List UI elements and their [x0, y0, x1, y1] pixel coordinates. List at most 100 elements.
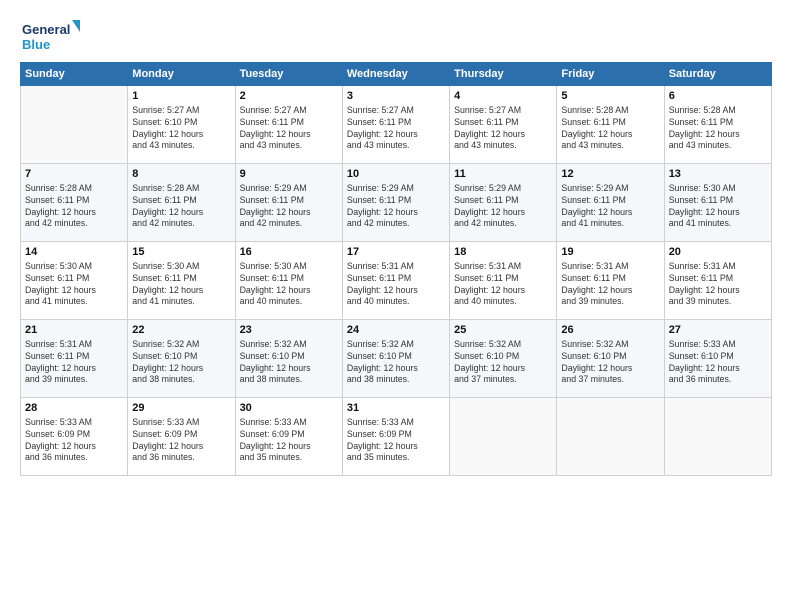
- calendar-cell: 29Sunrise: 5:33 AM Sunset: 6:09 PM Dayli…: [128, 398, 235, 476]
- day-number: 25: [454, 323, 552, 338]
- day-number: 28: [25, 401, 123, 416]
- calendar-cell: 27Sunrise: 5:33 AM Sunset: 6:10 PM Dayli…: [664, 320, 771, 398]
- day-number: 7: [25, 167, 123, 182]
- calendar-cell: [450, 398, 557, 476]
- day-number: 27: [669, 323, 767, 338]
- calendar-cell: 31Sunrise: 5:33 AM Sunset: 6:09 PM Dayli…: [342, 398, 449, 476]
- calendar-cell: 11Sunrise: 5:29 AM Sunset: 6:11 PM Dayli…: [450, 164, 557, 242]
- day-number: 12: [561, 167, 659, 182]
- calendar-cell: 4Sunrise: 5:27 AM Sunset: 6:11 PM Daylig…: [450, 86, 557, 164]
- calendar-cell: 28Sunrise: 5:33 AM Sunset: 6:09 PM Dayli…: [21, 398, 128, 476]
- calendar-cell: [664, 398, 771, 476]
- calendar-cell: 7Sunrise: 5:28 AM Sunset: 6:11 PM Daylig…: [21, 164, 128, 242]
- day-info: Sunrise: 5:29 AM Sunset: 6:11 PM Dayligh…: [347, 183, 445, 231]
- day-number: 8: [132, 167, 230, 182]
- day-number: 1: [132, 89, 230, 104]
- day-info: Sunrise: 5:31 AM Sunset: 6:11 PM Dayligh…: [25, 339, 123, 387]
- calendar-cell: 6Sunrise: 5:28 AM Sunset: 6:11 PM Daylig…: [664, 86, 771, 164]
- day-info: Sunrise: 5:32 AM Sunset: 6:10 PM Dayligh…: [561, 339, 659, 387]
- day-info: Sunrise: 5:31 AM Sunset: 6:11 PM Dayligh…: [669, 261, 767, 309]
- calendar-cell: 18Sunrise: 5:31 AM Sunset: 6:11 PM Dayli…: [450, 242, 557, 320]
- day-info: Sunrise: 5:29 AM Sunset: 6:11 PM Dayligh…: [240, 183, 338, 231]
- day-number: 24: [347, 323, 445, 338]
- day-number: 18: [454, 245, 552, 260]
- calendar-cell: 17Sunrise: 5:31 AM Sunset: 6:11 PM Dayli…: [342, 242, 449, 320]
- logo: General Blue: [20, 18, 80, 56]
- calendar-cell: 14Sunrise: 5:30 AM Sunset: 6:11 PM Dayli…: [21, 242, 128, 320]
- calendar-cell: 24Sunrise: 5:32 AM Sunset: 6:10 PM Dayli…: [342, 320, 449, 398]
- day-info: Sunrise: 5:28 AM Sunset: 6:11 PM Dayligh…: [669, 105, 767, 153]
- day-number: 19: [561, 245, 659, 260]
- calendar-cell: 10Sunrise: 5:29 AM Sunset: 6:11 PM Dayli…: [342, 164, 449, 242]
- calendar-cell: 25Sunrise: 5:32 AM Sunset: 6:10 PM Dayli…: [450, 320, 557, 398]
- day-number: 6: [669, 89, 767, 104]
- calendar-cell: 19Sunrise: 5:31 AM Sunset: 6:11 PM Dayli…: [557, 242, 664, 320]
- calendar-cell: 26Sunrise: 5:32 AM Sunset: 6:10 PM Dayli…: [557, 320, 664, 398]
- calendar-cell: 20Sunrise: 5:31 AM Sunset: 6:11 PM Dayli…: [664, 242, 771, 320]
- calendar-cell: 23Sunrise: 5:32 AM Sunset: 6:10 PM Dayli…: [235, 320, 342, 398]
- day-info: Sunrise: 5:30 AM Sunset: 6:11 PM Dayligh…: [669, 183, 767, 231]
- calendar-table: SundayMondayTuesdayWednesdayThursdayFrid…: [20, 62, 772, 476]
- calendar-week-row: 28Sunrise: 5:33 AM Sunset: 6:09 PM Dayli…: [21, 398, 772, 476]
- weekday-header-tuesday: Tuesday: [235, 63, 342, 86]
- logo-svg: General Blue: [20, 18, 80, 56]
- day-info: Sunrise: 5:33 AM Sunset: 6:09 PM Dayligh…: [25, 417, 123, 465]
- day-number: 17: [347, 245, 445, 260]
- weekday-header-friday: Friday: [557, 63, 664, 86]
- calendar-cell: 22Sunrise: 5:32 AM Sunset: 6:10 PM Dayli…: [128, 320, 235, 398]
- day-info: Sunrise: 5:33 AM Sunset: 6:09 PM Dayligh…: [347, 417, 445, 465]
- day-number: 10: [347, 167, 445, 182]
- calendar-cell: 15Sunrise: 5:30 AM Sunset: 6:11 PM Dayli…: [128, 242, 235, 320]
- day-info: Sunrise: 5:31 AM Sunset: 6:11 PM Dayligh…: [561, 261, 659, 309]
- day-info: Sunrise: 5:27 AM Sunset: 6:10 PM Dayligh…: [132, 105, 230, 153]
- weekday-header-sunday: Sunday: [21, 63, 128, 86]
- day-number: 13: [669, 167, 767, 182]
- day-info: Sunrise: 5:32 AM Sunset: 6:10 PM Dayligh…: [347, 339, 445, 387]
- day-info: Sunrise: 5:32 AM Sunset: 6:10 PM Dayligh…: [454, 339, 552, 387]
- calendar-cell: 8Sunrise: 5:28 AM Sunset: 6:11 PM Daylig…: [128, 164, 235, 242]
- day-info: Sunrise: 5:27 AM Sunset: 6:11 PM Dayligh…: [240, 105, 338, 153]
- day-number: 29: [132, 401, 230, 416]
- day-number: 14: [25, 245, 123, 260]
- day-number: 23: [240, 323, 338, 338]
- calendar-cell: 21Sunrise: 5:31 AM Sunset: 6:11 PM Dayli…: [21, 320, 128, 398]
- day-info: Sunrise: 5:29 AM Sunset: 6:11 PM Dayligh…: [561, 183, 659, 231]
- day-number: 11: [454, 167, 552, 182]
- day-number: 20: [669, 245, 767, 260]
- calendar-cell: 5Sunrise: 5:28 AM Sunset: 6:11 PM Daylig…: [557, 86, 664, 164]
- day-number: 9: [240, 167, 338, 182]
- day-number: 31: [347, 401, 445, 416]
- day-number: 22: [132, 323, 230, 338]
- day-info: Sunrise: 5:28 AM Sunset: 6:11 PM Dayligh…: [132, 183, 230, 231]
- day-number: 26: [561, 323, 659, 338]
- day-info: Sunrise: 5:32 AM Sunset: 6:10 PM Dayligh…: [240, 339, 338, 387]
- day-info: Sunrise: 5:31 AM Sunset: 6:11 PM Dayligh…: [454, 261, 552, 309]
- calendar-cell: 13Sunrise: 5:30 AM Sunset: 6:11 PM Dayli…: [664, 164, 771, 242]
- svg-text:General: General: [22, 22, 70, 37]
- day-number: 4: [454, 89, 552, 104]
- day-info: Sunrise: 5:27 AM Sunset: 6:11 PM Dayligh…: [347, 105, 445, 153]
- header: General Blue: [20, 18, 772, 56]
- weekday-header-monday: Monday: [128, 63, 235, 86]
- day-number: 15: [132, 245, 230, 260]
- day-number: 5: [561, 89, 659, 104]
- calendar-cell: [21, 86, 128, 164]
- day-info: Sunrise: 5:28 AM Sunset: 6:11 PM Dayligh…: [25, 183, 123, 231]
- day-info: Sunrise: 5:30 AM Sunset: 6:11 PM Dayligh…: [25, 261, 123, 309]
- weekday-header-wednesday: Wednesday: [342, 63, 449, 86]
- weekday-header-saturday: Saturday: [664, 63, 771, 86]
- calendar-cell: 16Sunrise: 5:30 AM Sunset: 6:11 PM Dayli…: [235, 242, 342, 320]
- day-number: 21: [25, 323, 123, 338]
- calendar-cell: 30Sunrise: 5:33 AM Sunset: 6:09 PM Dayli…: [235, 398, 342, 476]
- day-info: Sunrise: 5:27 AM Sunset: 6:11 PM Dayligh…: [454, 105, 552, 153]
- calendar-cell: 3Sunrise: 5:27 AM Sunset: 6:11 PM Daylig…: [342, 86, 449, 164]
- weekday-header-row: SundayMondayTuesdayWednesdayThursdayFrid…: [21, 63, 772, 86]
- calendar-week-row: 14Sunrise: 5:30 AM Sunset: 6:11 PM Dayli…: [21, 242, 772, 320]
- day-info: Sunrise: 5:33 AM Sunset: 6:10 PM Dayligh…: [669, 339, 767, 387]
- day-info: Sunrise: 5:31 AM Sunset: 6:11 PM Dayligh…: [347, 261, 445, 309]
- day-info: Sunrise: 5:28 AM Sunset: 6:11 PM Dayligh…: [561, 105, 659, 153]
- calendar-cell: 9Sunrise: 5:29 AM Sunset: 6:11 PM Daylig…: [235, 164, 342, 242]
- day-number: 30: [240, 401, 338, 416]
- day-info: Sunrise: 5:29 AM Sunset: 6:11 PM Dayligh…: [454, 183, 552, 231]
- day-number: 2: [240, 89, 338, 104]
